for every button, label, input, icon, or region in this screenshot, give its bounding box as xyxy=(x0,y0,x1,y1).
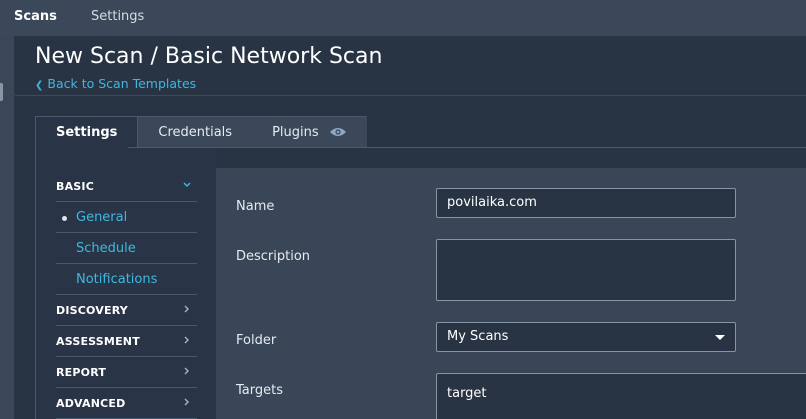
sidenav-section-label: DISCOVERY xyxy=(56,304,128,317)
selected-dot-icon xyxy=(62,216,67,221)
sidenav-section-label: REPORT xyxy=(56,366,107,379)
collapsed-sidebar xyxy=(0,36,15,419)
sidenav-section-label: ASSESSMENT xyxy=(56,335,140,348)
chevron-right-icon xyxy=(184,367,189,375)
description-label: Description xyxy=(236,249,311,264)
sidebar-toggle-handle[interactable] xyxy=(0,83,3,101)
tab-settings[interactable]: Settings xyxy=(35,116,139,148)
settings-sidenav: BASIC General Schedule Notifications DIS… xyxy=(56,171,197,419)
folder-label: Folder xyxy=(236,333,277,348)
page-title: New Scan / Basic Network Scan xyxy=(35,44,383,69)
eye-icon xyxy=(329,128,346,136)
tab-plugins-label: Plugins xyxy=(272,125,319,140)
header-divider xyxy=(15,95,806,96)
caret-down-icon xyxy=(715,335,725,340)
name-input[interactable]: povilaika.com xyxy=(436,188,736,218)
top-nav-bar: Scans Settings xyxy=(0,0,806,36)
sidenav-item-notifications[interactable]: Notifications xyxy=(56,264,197,295)
sidenav-item-label: Schedule xyxy=(76,241,136,256)
tab-credentials[interactable]: Credentials xyxy=(138,116,253,148)
sidenav-section-discovery[interactable]: DISCOVERY xyxy=(56,295,197,326)
sidenav-item-label: Notifications xyxy=(76,272,158,287)
chevron-down-icon xyxy=(183,182,191,187)
chevron-right-icon xyxy=(184,305,189,313)
name-label: Name xyxy=(236,199,275,214)
sidenav-section-assessment[interactable]: ASSESSMENT xyxy=(56,326,197,357)
sidenav-item-label: General xyxy=(76,210,128,225)
sidenav-section-basic[interactable]: BASIC xyxy=(56,171,197,202)
chevron-left-icon: ❮ xyxy=(35,80,44,91)
nav-scans[interactable]: Scans xyxy=(14,9,57,24)
general-settings-form: Name povilaika.com Description Folder My… xyxy=(216,168,806,419)
targets-label: Targets xyxy=(236,383,283,398)
tab-divider xyxy=(128,147,806,148)
back-link-label: Back to Scan Templates xyxy=(47,76,197,91)
chevron-right-icon xyxy=(184,398,189,406)
targets-textarea[interactable]: target xyxy=(436,373,806,419)
chevron-right-icon xyxy=(184,336,189,344)
sidenav-item-schedule[interactable]: Schedule xyxy=(56,233,197,264)
sidenav-section-label: ADVANCED xyxy=(56,397,126,410)
sidenav-section-advanced[interactable]: ADVANCED xyxy=(56,388,197,419)
sidenav-section-label: BASIC xyxy=(56,180,94,193)
settings-sidenav-panel: BASIC General Schedule Notifications DIS… xyxy=(35,148,216,419)
folder-select[interactable]: My Scans xyxy=(436,322,736,352)
folder-select-value: My Scans xyxy=(447,329,509,344)
tab-bar: Settings Credentials Plugins xyxy=(35,116,367,148)
sidenav-section-report[interactable]: REPORT xyxy=(56,357,197,388)
nav-settings[interactable]: Settings xyxy=(91,9,144,24)
description-textarea[interactable] xyxy=(436,239,736,301)
main-content: New Scan / Basic Network Scan ❮ Back to S… xyxy=(15,36,806,419)
tab-plugins[interactable]: Plugins xyxy=(252,116,367,148)
sidenav-item-general[interactable]: General xyxy=(56,202,197,233)
back-to-templates-link[interactable]: ❮ Back to Scan Templates xyxy=(35,76,196,91)
